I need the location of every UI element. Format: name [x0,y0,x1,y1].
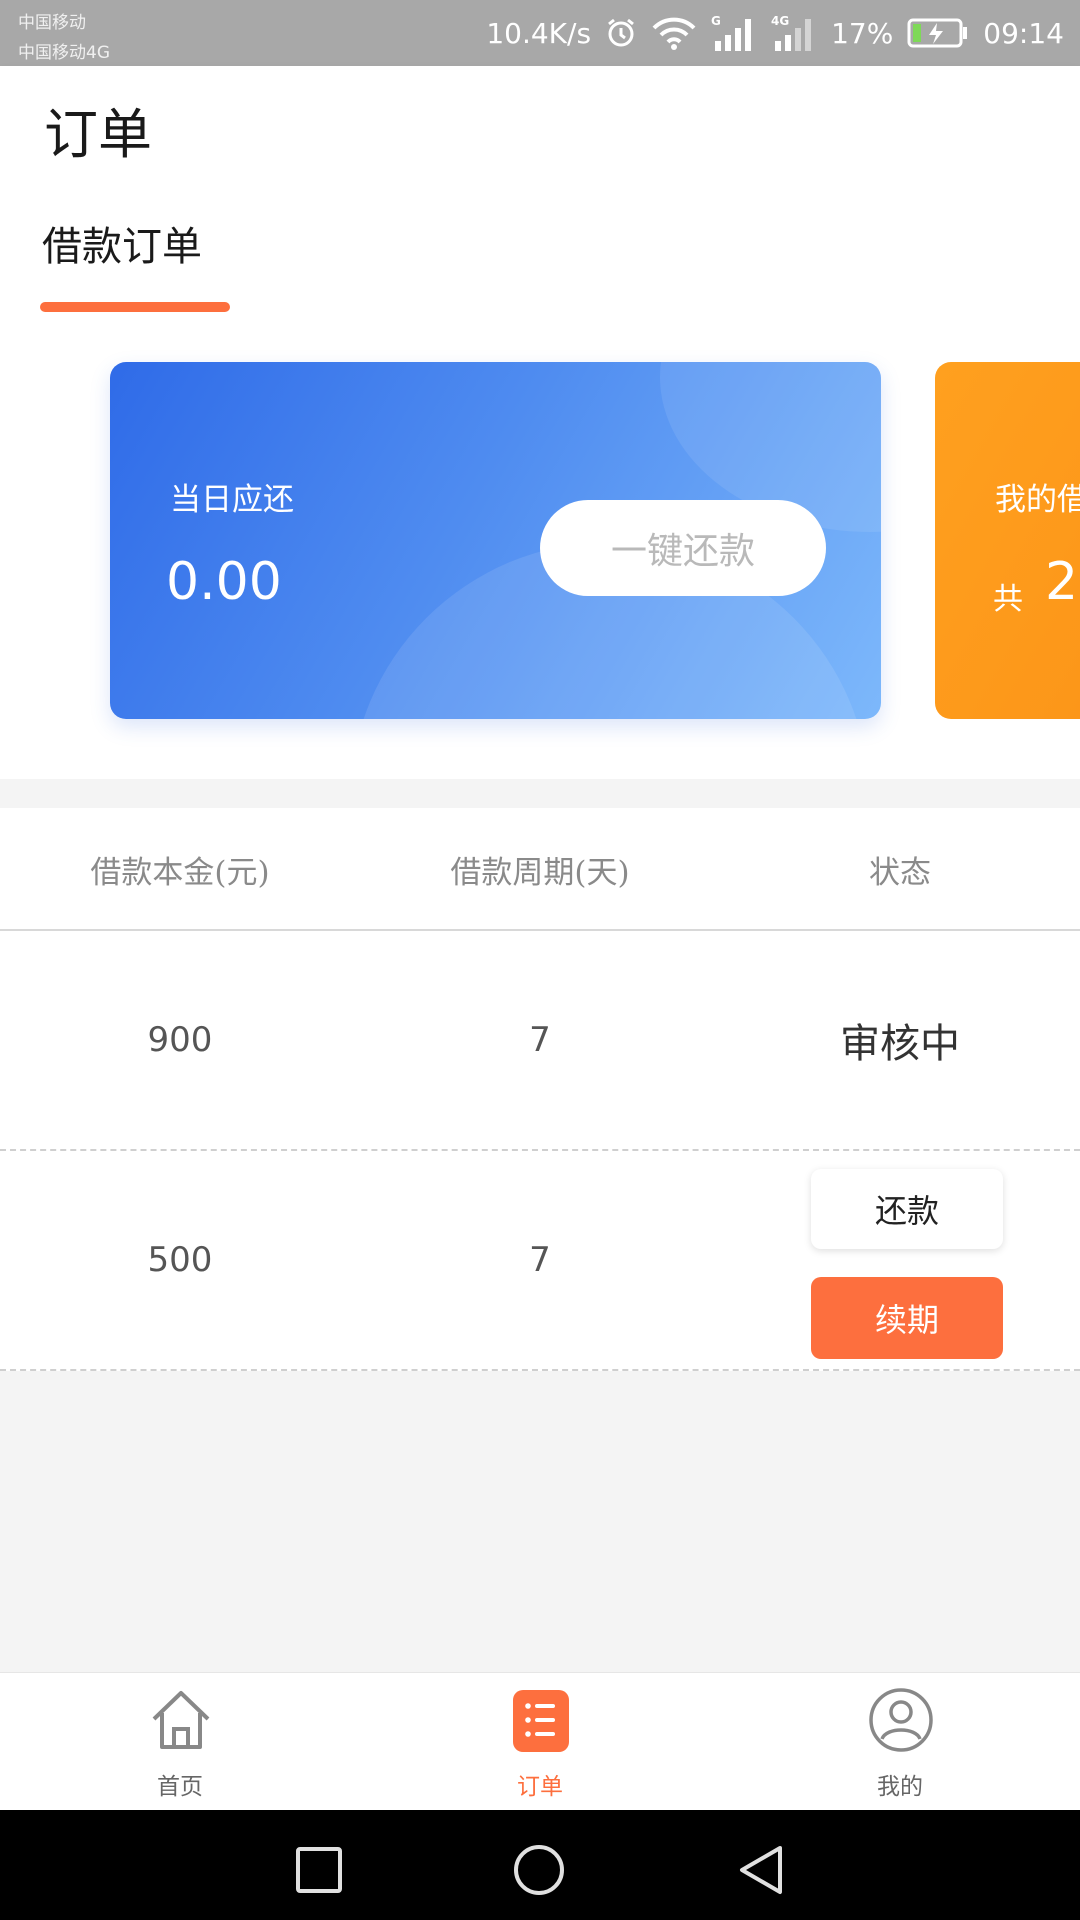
battery-charging-icon [907,17,969,49]
alarm-icon [605,17,637,49]
nav-item-home[interactable]: 首页 [0,1673,360,1811]
table-row: 900 7 审核中 [0,931,1080,1151]
repay-all-button[interactable]: 一键还款 [540,500,826,596]
wifi-icon [651,16,697,50]
signal-4g-icon: 4G [771,13,817,53]
home-circle-icon[interactable] [512,1843,566,1897]
cell-status: 审核中 [840,1021,960,1067]
repay-button[interactable]: 还款 [811,1169,1003,1249]
due-today-label: 当日应还 [170,482,294,518]
cell-principal: 500 [147,1240,213,1280]
due-today-card: 当日应还 0.00 一键还款 [110,362,881,719]
signal-g-tag: G [711,14,721,28]
column-header-period: 借款周期(天) [450,855,630,891]
column-header-principal: 借款本金(元) [90,855,270,891]
clock-time: 09:14 [983,16,1064,50]
nav-item-orders[interactable]: 订单 [360,1673,720,1811]
my-loans-count: 2 [1045,552,1079,612]
signal-4g-tag: 4G [771,14,789,28]
nav-label-home: 首页 [157,1774,203,1800]
active-tab-indicator [40,302,230,312]
renew-button[interactable]: 续期 [811,1277,1003,1359]
page-header: 订单 借款订单 [0,66,1080,313]
column-header-status: 状态 [869,855,931,891]
recent-apps-icon[interactable] [292,1843,346,1897]
my-loans-card[interactable]: 我的借 共 2 [935,362,1080,719]
battery-percent: 17% [831,16,894,50]
status-indicators: 10.4K/s G 4G 17% 09:14 [486,0,1064,66]
status-bar: 中国移动 中国移动4G 10.4K/s G 4G 17% 09:14 [0,0,1080,66]
my-loans-total-prefix: 共 [993,582,1023,617]
back-triangle-icon[interactable] [734,1843,788,1897]
system-navigation-bar [0,1810,1080,1920]
my-loans-label: 我的借 [995,482,1080,518]
nav-item-profile[interactable]: 我的 [720,1673,1080,1811]
home-icon [148,1687,214,1753]
page-title: 订单 [44,103,152,166]
carrier-name-2: 中国移动4G [18,43,110,63]
cell-period: 7 [529,1020,551,1060]
cell-period: 7 [529,1240,551,1280]
summary-cards-carousel[interactable]: 当日应还 0.00 一键还款 我的借 共 2 [0,313,1080,779]
nav-label-orders: 订单 [517,1774,563,1800]
table-row: 500 7 还款 续期 [0,1151,1080,1371]
cell-principal: 900 [147,1020,213,1060]
signal-g-icon: G [711,13,757,53]
loan-table-header: 借款本金(元) 借款周期(天) 状态 [0,808,1080,931]
network-speed: 10.4K/s [486,16,592,50]
nav-label-profile: 我的 [877,1774,923,1800]
due-today-amount: 0.00 [166,552,282,612]
bottom-navigation: 首页 订单 我的 [0,1672,1080,1810]
carrier-name-1: 中国移动 [18,13,86,33]
orders-icon [508,1687,574,1753]
tab-loan-orders[interactable]: 借款订单 [42,214,202,272]
user-icon [868,1687,934,1753]
